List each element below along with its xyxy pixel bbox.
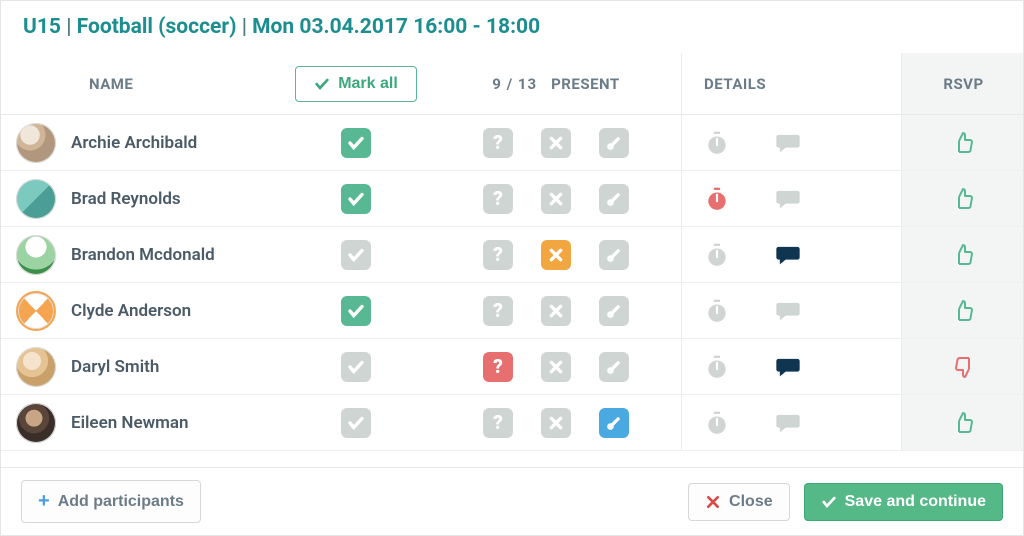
comment-icon[interactable] [774, 353, 802, 381]
unknown-toggle[interactable]: ? [483, 296, 513, 326]
table-row: Brandon Mcdonald? [1, 227, 1023, 283]
participant-name: Daryl Smith [71, 357, 281, 377]
stopwatch-icon[interactable] [704, 186, 730, 212]
session-team: U15 [23, 15, 61, 39]
absent-toggle[interactable] [541, 240, 571, 270]
stopwatch-icon[interactable] [704, 298, 730, 324]
table-row: Eileen Newman? [1, 395, 1023, 451]
sick-toggle[interactable] [599, 240, 629, 270]
comment-icon[interactable] [774, 409, 802, 437]
rsvp-thumb-up-icon[interactable] [952, 411, 976, 435]
add-participants-button[interactable]: + Add participants [21, 480, 201, 523]
comment-icon[interactable] [774, 241, 802, 269]
participant-name: Archie Archibald [71, 133, 281, 153]
participants-table: NAME Mark all 9 / 13 PRESENT DETAILS RSV… [1, 53, 1023, 467]
stopwatch-icon[interactable] [704, 130, 730, 156]
close-label: Close [729, 493, 773, 511]
column-rsvp: RSVP [901, 53, 1023, 114]
present-check-toggle[interactable] [341, 128, 371, 158]
add-participants-label: Add participants [58, 493, 184, 511]
save-continue-button[interactable]: Save and continue [804, 483, 1003, 521]
session-datetime: Mon 03.04.2017 16:00 - 18:00 [252, 15, 540, 39]
participant-name: Brad Reynolds [71, 189, 281, 209]
sick-toggle[interactable] [599, 296, 629, 326]
rsvp-thumb-up-icon[interactable] [952, 299, 976, 323]
unknown-toggle[interactable]: ? [483, 128, 513, 158]
separator: | [66, 15, 76, 39]
absent-toggle[interactable] [541, 352, 571, 382]
comment-icon[interactable] [774, 185, 802, 213]
close-icon [705, 494, 721, 510]
avatar [16, 291, 56, 331]
rsvp-thumb-down-icon[interactable] [952, 355, 976, 379]
table-row: Clyde Anderson? [1, 283, 1023, 339]
avatar [16, 235, 56, 275]
sick-toggle[interactable] [599, 128, 629, 158]
table-row: Archie Archibald? [1, 115, 1023, 171]
plus-icon: + [38, 490, 50, 513]
present-check-toggle[interactable] [341, 240, 371, 270]
save-label: Save and continue [845, 493, 986, 511]
present-check-toggle[interactable] [341, 296, 371, 326]
close-button[interactable]: Close [688, 483, 790, 521]
mark-all-label: Mark all [338, 75, 398, 93]
page-title: U15 | Football (soccer) | Mon 03.04.2017… [1, 1, 1023, 53]
unknown-toggle[interactable]: ? [483, 408, 513, 438]
absent-toggle[interactable] [541, 184, 571, 214]
avatar [16, 179, 56, 219]
attendance-dialog: U15 | Football (soccer) | Mon 03.04.2017… [0, 0, 1024, 536]
session-sport: Football (soccer) [77, 15, 237, 39]
rsvp-thumb-up-icon[interactable] [952, 243, 976, 267]
avatar [16, 123, 56, 163]
absent-toggle[interactable] [541, 128, 571, 158]
table-header: NAME Mark all 9 / 13 PRESENT DETAILS RSV… [1, 53, 1023, 115]
column-name: NAME [71, 75, 281, 93]
rsvp-thumb-up-icon[interactable] [952, 131, 976, 155]
participant-name: Brandon Mcdonald [71, 245, 281, 265]
separator: | [242, 15, 252, 39]
present-check-toggle[interactable] [341, 352, 371, 382]
present-check-toggle[interactable] [341, 408, 371, 438]
check-icon [314, 76, 330, 92]
absent-toggle[interactable] [541, 408, 571, 438]
check-icon [821, 494, 837, 510]
comment-icon[interactable] [774, 129, 802, 157]
absent-toggle[interactable] [541, 296, 571, 326]
avatar [16, 347, 56, 387]
present-count: 9 / 13 [492, 75, 537, 93]
table-row: Daryl Smith? [1, 339, 1023, 395]
present-check-toggle[interactable] [341, 184, 371, 214]
sick-toggle[interactable] [599, 408, 629, 438]
stopwatch-icon[interactable] [704, 410, 730, 436]
avatar [16, 403, 56, 443]
stopwatch-icon[interactable] [704, 354, 730, 380]
sick-toggle[interactable] [599, 352, 629, 382]
comment-icon[interactable] [774, 297, 802, 325]
unknown-toggle[interactable]: ? [483, 352, 513, 382]
mark-all-button[interactable]: Mark all [295, 66, 417, 102]
unknown-toggle[interactable]: ? [483, 240, 513, 270]
rsvp-thumb-up-icon[interactable] [952, 187, 976, 211]
participant-name: Clyde Anderson [71, 301, 281, 321]
table-row: Brad Reynolds? [1, 171, 1023, 227]
column-details: DETAILS [681, 53, 901, 114]
column-present: PRESENT [551, 75, 620, 93]
unknown-toggle[interactable]: ? [483, 184, 513, 214]
stopwatch-icon[interactable] [704, 242, 730, 268]
participant-name: Eileen Newman [71, 413, 281, 433]
sick-toggle[interactable] [599, 184, 629, 214]
dialog-footer: + Add participants Close Save and contin… [1, 467, 1023, 535]
